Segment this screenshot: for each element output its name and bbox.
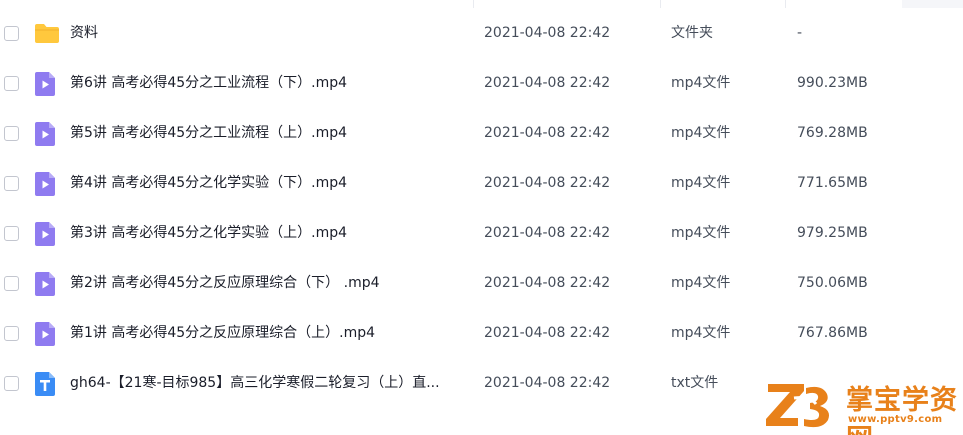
file-name[interactable]: gh64-【21寒-目标985】高三化学寒假二轮复习（上）直... (70, 358, 470, 408)
watermark-logo-icon (766, 384, 829, 428)
file-name[interactable]: 第2讲 高考必得45分之反应原理综合（下） .mp4 (70, 258, 470, 308)
column-header-tail (902, 0, 963, 8)
column-separator[interactable] (785, 0, 786, 8)
row-checkbox[interactable] (4, 276, 19, 291)
file-row[interactable]: 第5讲 高考必得45分之工业流程（上）.mp4 2021-04-08 22:42… (0, 108, 963, 158)
file-modified-time: 2021-04-08 22:42 (484, 225, 611, 241)
file-row[interactable]: 第3讲 高考必得45分之化学实验（上）.mp4 2021-04-08 22:42… (0, 208, 963, 258)
folder-icon[interactable] (34, 21, 60, 49)
file-name[interactable]: 第6讲 高考必得45分之工业流程（下）.mp4 (70, 58, 470, 108)
watermark: 掌宝学资网 www.pptv9.com (764, 372, 963, 435)
row-checkbox[interactable] (4, 76, 19, 91)
video-file-icon[interactable] (34, 321, 56, 351)
file-modified-time: 2021-04-08 22:42 (484, 175, 611, 191)
file-name[interactable]: 第4讲 高考必得45分之化学实验（下）.mp4 (70, 158, 470, 208)
file-row[interactable]: 第4讲 高考必得45分之化学实验（下）.mp4 2021-04-08 22:42… (0, 158, 963, 208)
file-name[interactable]: 第5讲 高考必得45分之工业流程（上）.mp4 (70, 108, 470, 158)
file-modified-time: 2021-04-08 22:42 (484, 25, 611, 41)
column-separator[interactable] (660, 0, 661, 8)
video-file-icon[interactable] (34, 221, 56, 251)
column-header-strip (0, 0, 963, 8)
file-size: - (797, 25, 803, 41)
file-type: 文件夹 (671, 25, 713, 41)
file-size: 750.06MB (797, 275, 868, 291)
watermark-title: 掌宝学资网 (846, 385, 958, 435)
file-modified-time: 2021-04-08 22:42 (484, 375, 611, 391)
file-name[interactable]: 资料 (70, 8, 470, 58)
file-type: mp4文件 (671, 125, 731, 141)
row-checkbox[interactable] (4, 126, 19, 141)
row-checkbox[interactable] (4, 376, 19, 391)
file-modified-time: 2021-04-08 22:42 (484, 75, 611, 91)
file-row[interactable]: 资料 2021-04-08 22:42 文件夹 - (0, 8, 963, 58)
video-file-icon[interactable] (34, 171, 56, 201)
file-name[interactable]: 第3讲 高考必得45分之化学实验（上）.mp4 (70, 208, 470, 258)
text-file-icon[interactable] (34, 371, 56, 401)
file-type: mp4文件 (671, 225, 731, 241)
file-type: mp4文件 (671, 325, 731, 341)
video-file-icon[interactable] (34, 121, 56, 151)
file-name[interactable]: 第1讲 高考必得45分之反应原理综合（上）.mp4 (70, 308, 470, 358)
video-file-icon[interactable] (34, 71, 56, 101)
file-size: 771.65MB (797, 175, 868, 191)
file-size: 990.23MB (797, 75, 868, 91)
file-list: 资料 2021-04-08 22:42 文件夹 - 第6讲 高考必得45分之工业… (0, 8, 963, 408)
file-size: 769.28MB (797, 125, 868, 141)
row-checkbox[interactable] (4, 176, 19, 191)
row-checkbox[interactable] (4, 326, 19, 341)
video-file-icon[interactable] (34, 271, 56, 301)
file-type: mp4文件 (671, 175, 731, 191)
file-row[interactable]: 第6讲 高考必得45分之工业流程（下）.mp4 2021-04-08 22:42… (0, 58, 963, 108)
file-size: 979.25MB (797, 225, 868, 241)
row-checkbox[interactable] (4, 26, 19, 41)
file-modified-time: 2021-04-08 22:42 (484, 125, 611, 141)
column-separator[interactable] (473, 0, 474, 8)
row-checkbox[interactable] (4, 226, 19, 241)
file-row[interactable]: 第1讲 高考必得45分之反应原理综合（上）.mp4 2021-04-08 22:… (0, 308, 963, 358)
file-modified-time: 2021-04-08 22:42 (484, 275, 611, 291)
watermark-url: www.pptv9.com (848, 414, 943, 425)
file-size: 767.86MB (797, 325, 868, 341)
file-type: mp4文件 (671, 75, 731, 91)
file-row[interactable]: 第2讲 高考必得45分之反应原理综合（下） .mp4 2021-04-08 22… (0, 258, 963, 308)
file-type: mp4文件 (671, 275, 731, 291)
file-modified-time: 2021-04-08 22:42 (484, 325, 611, 341)
